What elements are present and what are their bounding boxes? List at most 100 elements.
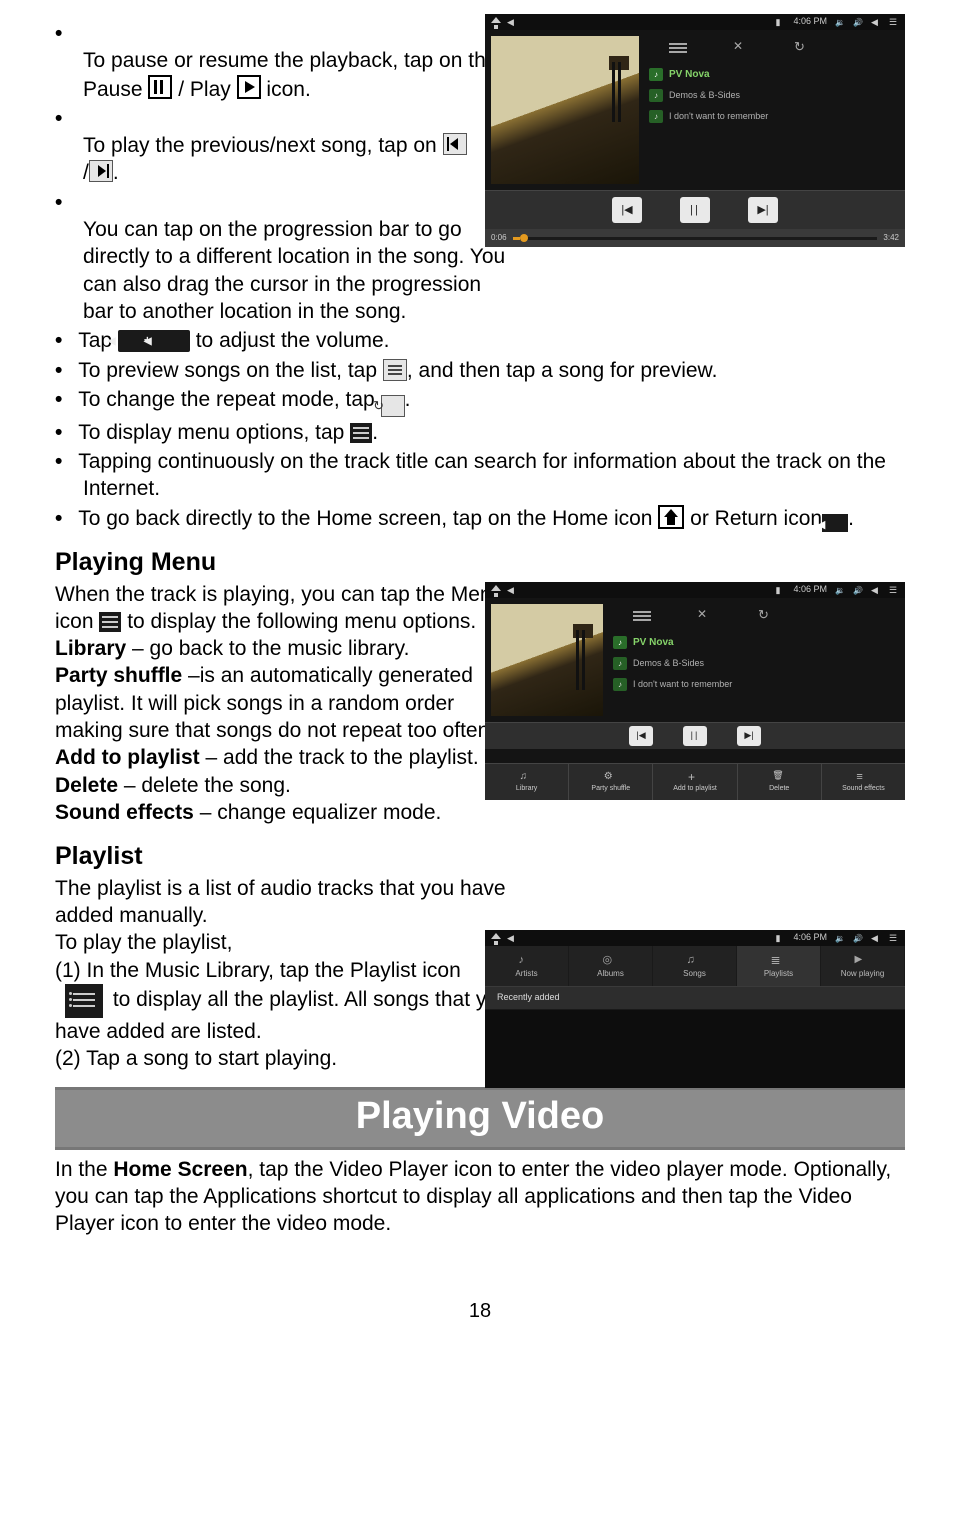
pause-button xyxy=(683,726,707,746)
shot-back2-icon xyxy=(871,585,881,595)
bullet-search-track: Tapping continuously on the track title … xyxy=(55,448,905,503)
list-icon xyxy=(631,609,653,625)
track-title: I don't want to remember xyxy=(633,679,732,691)
track-badge: ♪ xyxy=(613,636,627,649)
playlist-row-recently-added: Recently added xyxy=(485,987,905,1010)
heading-playing-menu: Playing Menu xyxy=(55,546,905,579)
bullet-volume: Tap − + to adjust the volume. xyxy=(55,327,905,354)
pause-button xyxy=(680,197,710,223)
shot-home-icon xyxy=(491,585,501,595)
page-number: 18 xyxy=(55,1298,905,1324)
track-artist: PV Nova xyxy=(633,636,674,649)
shot-time: 4:06 PM xyxy=(793,16,827,28)
playlist-body: The playlist is a list of audio tracks t… xyxy=(55,875,525,1073)
track-badge: ♪ xyxy=(649,68,663,81)
label-library: Library xyxy=(55,637,126,660)
time-duration: 3:42 xyxy=(883,233,899,243)
shot1-statusbar: 4:06 PM xyxy=(485,14,905,30)
pause-icon xyxy=(148,75,172,99)
menu-sound-effects: Sound effects xyxy=(822,764,905,800)
shot-time: 4:06 PM xyxy=(793,932,827,944)
home-icon xyxy=(658,505,684,529)
battery-icon xyxy=(775,585,785,595)
track-badge: ♪ xyxy=(613,657,627,670)
battery-icon xyxy=(775,17,785,27)
shot-menu-icon xyxy=(889,17,899,27)
prev-button xyxy=(612,197,642,223)
prev-button xyxy=(629,726,653,746)
shot-home-icon xyxy=(491,933,501,943)
shot-back-icon xyxy=(507,585,517,595)
list-icon xyxy=(667,41,689,57)
shot-time: 4:06 PM xyxy=(793,584,827,596)
section-banner-playing-video: Playing Video xyxy=(55,1087,905,1150)
volume-icons: − + xyxy=(118,330,190,352)
vol-down-icon xyxy=(835,585,845,595)
return-icon xyxy=(822,514,848,532)
menu-party-shuffle: Party shuffle xyxy=(569,764,653,800)
vol-down-icon xyxy=(835,933,845,943)
progress-bar xyxy=(513,237,878,240)
album-art xyxy=(491,604,603,716)
vol-up-icon xyxy=(853,585,863,595)
shot-back-icon xyxy=(507,933,517,943)
track-album: Demos & B-Sides xyxy=(669,90,740,102)
shot-menu-icon xyxy=(889,933,899,943)
bullet-menu-options: To display menu options, tap . xyxy=(55,419,905,446)
shot3-statusbar: 4:06 PM xyxy=(485,930,905,946)
next-button xyxy=(748,197,778,223)
playing-menu-body: When the track is playing, you can tap t… xyxy=(55,581,525,827)
menu-add-playlist: Add to playlist xyxy=(653,764,737,800)
repeat-icon xyxy=(791,41,813,57)
label-delete: Delete xyxy=(55,774,118,797)
vol-up-icon xyxy=(853,933,863,943)
repeat-icon xyxy=(755,609,777,625)
track-album: Demos & B-Sides xyxy=(633,658,704,670)
shot-back-icon xyxy=(507,17,517,27)
label-add-playlist: Add to playlist xyxy=(55,746,200,769)
album-art xyxy=(491,36,639,184)
battery-icon xyxy=(775,933,785,943)
track-badge: ♪ xyxy=(649,89,663,102)
tab-albums: Albums xyxy=(569,946,653,986)
playlist-icon xyxy=(65,984,103,1018)
shuffle-icon xyxy=(729,41,751,57)
shot-back2-icon xyxy=(871,933,881,943)
next-icon xyxy=(89,160,113,182)
track-artist: PV Nova xyxy=(669,68,710,81)
time-position: 0:06 xyxy=(491,233,507,243)
tab-playlists: Playlists xyxy=(737,946,821,986)
track-badge: ♪ xyxy=(649,110,663,123)
shot-back2-icon xyxy=(871,17,881,27)
menu-delete: Delete xyxy=(738,764,822,800)
vol-down-icon xyxy=(835,17,845,27)
screenshot-playlist-tab: 4:06 PM Artists Albums Songs Playlists N… xyxy=(485,930,905,1088)
next-button xyxy=(737,726,761,746)
label-sound-effects: Sound effects xyxy=(55,801,194,824)
label-home-screen: Home Screen xyxy=(113,1158,247,1181)
shot-home-icon xyxy=(491,17,501,27)
track-title: I don't want to remember xyxy=(669,111,768,123)
shot2-statusbar: 4:06 PM xyxy=(485,582,905,598)
label-party-shuffle: Party shuffle xyxy=(55,664,182,687)
menu-icon-inline xyxy=(99,612,121,632)
menu-icon xyxy=(350,423,372,443)
shuffle-icon xyxy=(693,609,715,625)
tab-now-playing: Now playing xyxy=(821,946,905,986)
bullet-preview-songs: To preview songs on the list, tap , and … xyxy=(55,357,905,384)
previous-icon xyxy=(443,133,467,155)
tab-artists: Artists xyxy=(485,946,569,986)
vol-up-icon xyxy=(853,17,863,27)
video-paragraph: In the Home Screen, tap the Video Player… xyxy=(55,1156,905,1238)
shot-menu-icon xyxy=(889,585,899,595)
heading-playlist: Playlist xyxy=(55,840,905,873)
repeat-mode-icon xyxy=(381,395,405,417)
bullet-repeat-mode: To change the repeat mode, tap . xyxy=(55,386,905,417)
screenshot-playing-menu: 4:06 PM ♪ PV Nova ♪ Demos & B-Sides ♪ I don… xyxy=(485,582,905,800)
bullet-home-return: To go back directly to the Home screen, … xyxy=(55,505,905,532)
play-icon xyxy=(237,75,261,99)
screenshot-now-playing: 4:06 PM ♪ PV Nova ♪ Demos & B-Sides ♪ I don… xyxy=(485,14,905,232)
track-badge: ♪ xyxy=(613,678,627,691)
tab-songs: Songs xyxy=(653,946,737,986)
song-list-icon xyxy=(383,359,407,381)
